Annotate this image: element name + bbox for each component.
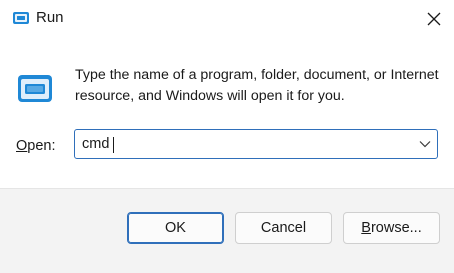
dialog-description: Type the name of a program, folder, docu… (75, 67, 439, 104)
close-icon (427, 12, 441, 26)
browse-accelerator: B (361, 220, 371, 236)
run-program-icon (18, 75, 52, 102)
text-caret (113, 137, 114, 153)
cancel-button[interactable]: Cancel (235, 212, 332, 244)
close-button[interactable] (414, 0, 454, 38)
browse-button[interactable]: Browse... (343, 212, 440, 244)
run-app-icon (13, 12, 29, 24)
title-bar[interactable]: Run (0, 0, 454, 38)
dialog-body (0, 38, 454, 188)
open-combobox[interactable] (74, 129, 438, 159)
ok-button[interactable]: OK (127, 212, 224, 244)
open-input[interactable] (81, 130, 402, 158)
open-label-accelerator: O (16, 138, 28, 154)
run-dialog: Run Type the name of a program, folder, … (0, 0, 454, 273)
window-title: Run (36, 9, 64, 26)
open-label: Open: (16, 136, 56, 156)
open-label-text: pen: (27, 138, 56, 154)
dropdown-button[interactable] (417, 136, 433, 152)
browse-label: rowse... (370, 220, 422, 236)
chevron-down-icon (419, 141, 431, 148)
